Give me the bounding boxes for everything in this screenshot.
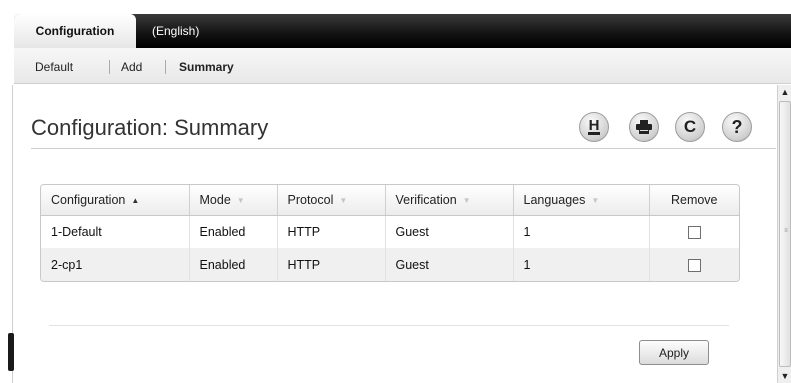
panel-resize-handle[interactable] [8,333,14,371]
column-header-label: Remove [670,192,718,207]
cell-protocol: HTTP [277,215,386,248]
cell-languages: 1 [513,248,650,281]
content-panel: Configuration: Summary H C ? Configurati… [12,85,777,383]
column-header-configuration[interactable]: Configuration ▲ [41,185,190,216]
sort-icon: ▼ [236,195,245,205]
tab-language-label: (English) [152,24,200,38]
remove-checkbox[interactable] [687,258,701,272]
summary-table: Configuration ▲ Mode ▼ Protocol ▼ Verificat… [40,184,740,282]
table-row: 1-Default Enabled HTTP Guest 1 [41,215,739,248]
scrollbar-thumb[interactable]: ≡ [779,101,791,367]
sub-navigation: Default Add Summary [14,48,791,84]
table-header-row: Configuration ▲ Mode ▼ Protocol ▼ Verificat… [41,185,739,216]
cell-verification: Guest [385,215,514,248]
save-button[interactable]: H [579,112,609,142]
save-icon: H [587,117,601,135]
subnav-item-summary[interactable]: Summary [179,60,234,74]
tab-language[interactable]: (English) [152,14,199,48]
remove-checkbox[interactable] [687,225,701,239]
column-header-label: Verification [395,192,457,207]
column-header-remove: Remove [649,185,739,216]
cell-mode: Enabled [189,248,278,281]
column-header-protocol[interactable]: Protocol ▼ [277,185,386,216]
cell-remove [649,215,739,248]
top-tab-bar: Configuration (English) [14,14,791,48]
sort-icon: ▼ [462,195,471,205]
print-button[interactable] [629,112,659,142]
refresh-button[interactable]: C [675,112,705,142]
sort-icon: ▼ [339,195,348,205]
subnav-separator [165,60,166,74]
scroll-up-arrow-icon[interactable]: ▲ [778,85,791,99]
cell-protocol: HTTP [277,248,386,281]
page-title: Configuration: Summary [31,115,269,140]
cell-configuration[interactable]: 1-Default [41,215,190,248]
tab-configuration-label: Configuration [35,24,115,38]
cell-remove [649,248,739,281]
column-header-label: Protocol [287,192,334,207]
column-header-mode[interactable]: Mode ▼ [189,185,278,216]
sort-ascending-icon: ▲ [131,195,140,205]
refresh-icon: C [683,117,697,136]
help-button[interactable]: ? [722,112,752,142]
cell-mode: Enabled [189,215,278,248]
tab-configuration[interactable]: Configuration [14,14,136,48]
table-row: 2-cp1 Enabled HTTP Guest 1 [41,248,739,281]
column-header-languages[interactable]: Languages ▼ [513,185,650,216]
column-header-verification[interactable]: Verification ▼ [385,185,514,216]
cell-languages: 1 [513,215,650,248]
column-header-label: Configuration [51,192,126,207]
column-header-label: Languages [523,192,586,207]
subnav-separator [109,60,110,74]
cell-configuration[interactable]: 2-cp1 [41,248,190,281]
footer-divider [49,325,729,326]
title-divider [31,148,776,149]
help-icon: ? [731,116,743,137]
subnav-item-add[interactable]: Add [121,60,142,74]
print-icon [636,120,652,134]
column-header-label: Mode [199,192,231,207]
scroll-down-arrow-icon[interactable]: ▼ [778,369,791,383]
vertical-scrollbar[interactable]: ▲ ≡ ▼ [777,85,791,383]
sort-icon: ▼ [591,195,600,205]
subnav-item-default[interactable]: Default [35,60,73,74]
scrollbar-grip-icon: ≡ [784,228,788,234]
apply-button[interactable]: Apply [639,340,709,365]
cell-verification: Guest [385,248,514,281]
